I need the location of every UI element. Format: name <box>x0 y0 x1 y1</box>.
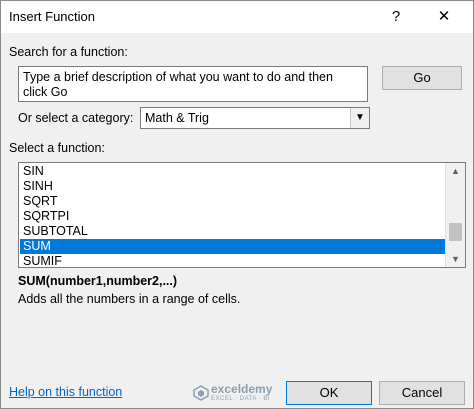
exceldemy-logo-icon <box>193 385 209 401</box>
ok-button[interactable]: OK <box>286 381 372 405</box>
insert-function-dialog: Insert Function ? ✕ Search for a functio… <box>0 0 474 409</box>
function-list-item[interactable]: SQRTPI <box>20 209 446 224</box>
function-list-item[interactable]: SUM <box>20 239 446 254</box>
exceldemy-logo-tagline: EXCEL · DATA · BI <box>211 396 271 402</box>
function-list[interactable]: SIN SINH SQRT SQRTPI SUBTOTAL SUM SUMIF ▲ ▼ <box>18 162 466 268</box>
help-icon[interactable]: ? <box>385 6 407 28</box>
scroll-up-icon[interactable]: ▲ <box>446 163 465 179</box>
dialog-title: Insert Function <box>9 9 95 24</box>
go-button[interactable]: Go <box>382 66 462 90</box>
search-input[interactable]: Type a brief description of what you wan… <box>18 66 368 102</box>
search-input-line-1: Type a brief description of what you wan… <box>23 70 333 84</box>
exceldemy-logo-name: exceldemy <box>211 382 273 396</box>
cancel-button[interactable]: Cancel <box>379 381 465 405</box>
function-list-item[interactable]: SUMIF <box>20 254 446 267</box>
function-description: Adds all the numbers in a range of cells… <box>18 292 241 306</box>
function-list-item[interactable]: SINH <box>20 179 446 194</box>
scroll-down-icon[interactable]: ▼ <box>446 251 465 267</box>
function-list-label: Select a function: <box>9 141 105 155</box>
help-on-function-link[interactable]: Help on this function <box>9 385 122 399</box>
function-list-item[interactable]: SQRT <box>20 194 446 209</box>
chevron-down-icon[interactable]: ▼ <box>350 108 369 128</box>
search-input-line-2: click Go <box>23 85 68 99</box>
scroll-thumb[interactable] <box>449 223 462 241</box>
exceldemy-logo: exceldemy EXCEL · DATA · BI <box>193 382 297 408</box>
category-select[interactable]: Math & Trig ▼ <box>140 107 370 129</box>
search-label: Search for a function: <box>9 45 128 59</box>
category-label: Or select a category: <box>18 111 134 125</box>
title-bar: Insert Function ? ✕ <box>1 1 473 33</box>
function-list-item[interactable]: SIN <box>20 164 446 179</box>
function-list-scrollbar[interactable]: ▲ ▼ <box>445 163 465 267</box>
category-selected-value: Math & Trig <box>145 111 209 125</box>
function-list-item[interactable]: SUBTOTAL <box>20 224 446 239</box>
function-signature: SUM(number1,number2,...) <box>18 274 178 288</box>
function-list-items: SIN SINH SQRT SQRTPI SUBTOTAL SUM SUMIF <box>20 164 446 267</box>
close-icon[interactable]: ✕ <box>431 6 457 28</box>
